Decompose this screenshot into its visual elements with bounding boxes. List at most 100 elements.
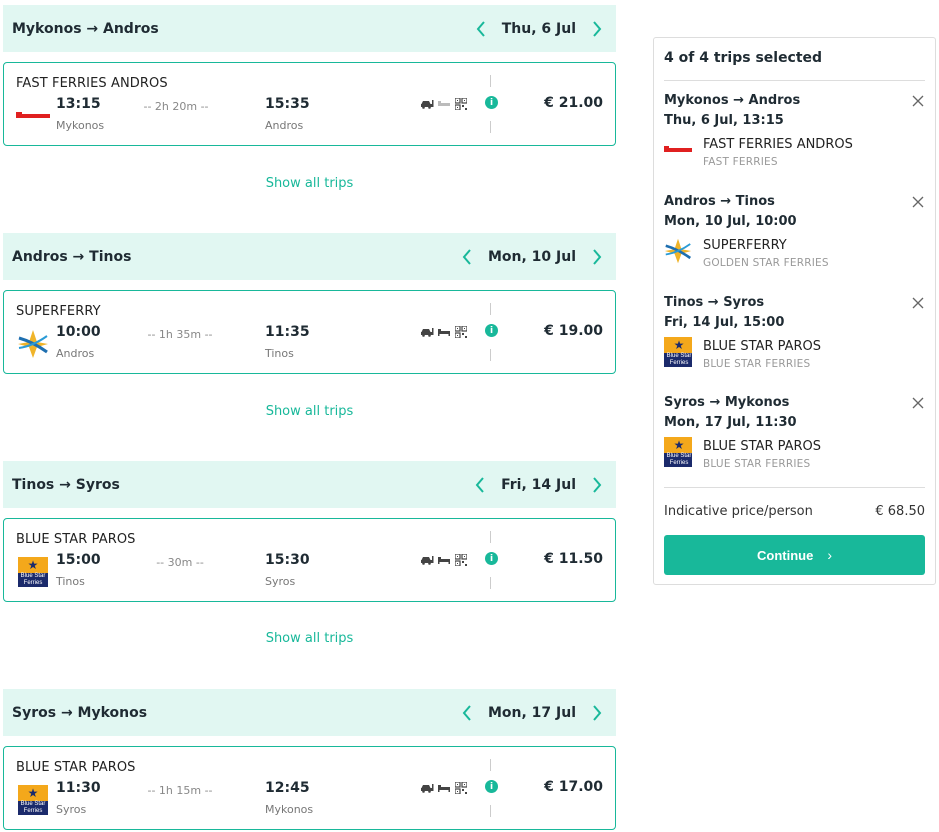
golden-star-logo	[16, 327, 50, 361]
arrival-port: Syros	[265, 575, 296, 588]
operator-name: BLUE STAR PAROS	[16, 760, 136, 775]
remove-trip-close-icon[interactable]	[911, 395, 925, 409]
summary-item: Syros → Mykonos Mon, 17 Jul, 11:30 ★ Blue…	[664, 395, 925, 495]
blue-star-logo-text: Blue Star Ferries	[20, 801, 46, 814]
summary-route: Syros → Mykonos	[664, 395, 790, 410]
summary-item: Mykonos → Andros Thu, 6 Jul, 13:15 FAST …	[664, 93, 925, 193]
summary-route: Mykonos → Andros	[664, 93, 801, 108]
arrival-port: Andros	[265, 119, 304, 132]
summary-datetime: Thu, 6 Jul, 13:15	[664, 113, 784, 128]
blue-star-logo-text: Blue Star Ferries	[666, 353, 692, 366]
summary-company: BLUE STAR FERRIES	[703, 458, 811, 470]
qr-code-icon	[454, 326, 468, 338]
prev-date-chevron-left-icon[interactable]	[471, 475, 489, 495]
trip-duration: -- 1h 15m --	[147, 784, 213, 797]
trip-duration: -- 30m --	[156, 556, 204, 569]
next-date-chevron-right-icon[interactable]	[588, 247, 606, 267]
summary-route: Tinos → Syros	[664, 295, 765, 310]
next-date-chevron-right-icon[interactable]	[588, 475, 606, 495]
prev-date-chevron-left-icon[interactable]	[458, 703, 476, 723]
info-icon[interactable]: i	[485, 324, 498, 337]
amenities	[420, 326, 468, 338]
divider	[490, 303, 491, 315]
car-icon	[420, 782, 434, 794]
operator-name: SUPERFERRY	[16, 304, 101, 319]
date-navigator: Thu, 6 Jul	[472, 5, 606, 52]
remove-trip-close-icon[interactable]	[911, 93, 925, 107]
amenities	[420, 782, 468, 794]
prev-date-chevron-left-icon[interactable]	[472, 19, 490, 39]
info-icon[interactable]: i	[485, 96, 498, 109]
chevron-right-icon: ›	[827, 547, 832, 563]
departure-port: Mykonos	[56, 119, 105, 132]
summary-datetime: Mon, 10 Jul, 10:00	[664, 214, 797, 229]
date-navigator: Fri, 14 Jul	[471, 461, 606, 508]
summary-route: Andros → Tinos	[664, 194, 775, 209]
trip-card[interactable]: FAST FERRIES ANDROS 13:15 Mykonos -- 2h …	[3, 62, 616, 146]
divider	[490, 531, 491, 543]
divider	[490, 759, 491, 771]
leg-route-title: Mykonos → Andros	[12, 20, 159, 37]
trip-price: € 17.00	[544, 779, 603, 795]
blue-star-logo: ★ Blue Star Ferries	[664, 437, 692, 467]
trip-card[interactable]: BLUE STAR PAROS ★ Blue Star Ferries 11:30…	[3, 746, 616, 830]
golden-star-logo	[664, 236, 692, 266]
departure-time: 11:30	[56, 780, 101, 796]
trip-price: € 11.50	[544, 551, 603, 567]
leg-header: Syros → Mykonos Mon, 17 Jul	[3, 689, 616, 736]
divider	[664, 487, 925, 488]
arrival-time: 15:35	[265, 96, 310, 112]
remove-trip-close-icon[interactable]	[911, 295, 925, 309]
trip-summary-panel: 4 of 4 trips selected Mykonos → Andros T…	[653, 37, 936, 585]
show-all-trips-link[interactable]: Show all trips	[3, 631, 616, 646]
trip-card[interactable]: SUPERFERRY 10:00 Andros -- 1h 35m -- 11:…	[3, 290, 616, 374]
continue-button[interactable]: Continue ›	[664, 535, 925, 575]
divider	[490, 121, 491, 133]
blue-star-logo: ★ Blue Star Ferries	[16, 555, 50, 589]
leg-header: Mykonos → Andros Thu, 6 Jul	[3, 5, 616, 52]
divider	[490, 577, 491, 589]
price-label: Indicative price/person	[664, 504, 813, 519]
info-icon[interactable]: i	[485, 780, 498, 793]
trip-duration: -- 1h 35m --	[147, 328, 213, 341]
car-icon	[420, 98, 434, 110]
blue-star-logo-text: Blue Star Ferries	[20, 573, 46, 586]
blue-star-logo: ★ Blue Star Ferries	[16, 783, 50, 817]
next-date-chevron-right-icon[interactable]	[588, 703, 606, 723]
prev-date-chevron-left-icon[interactable]	[458, 247, 476, 267]
leg-header: Andros → Tinos Mon, 10 Jul	[3, 233, 616, 280]
qr-code-icon	[454, 98, 468, 110]
summary-operator: FAST FERRIES ANDROS	[703, 137, 853, 152]
arrival-time: 11:35	[265, 324, 310, 340]
show-all-trips-link[interactable]: Show all trips	[3, 404, 616, 419]
info-icon[interactable]: i	[485, 552, 498, 565]
departure-time: 15:00	[56, 552, 101, 568]
summary-item: Andros → Tinos Mon, 10 Jul, 10:00 SUPERF…	[664, 194, 925, 294]
fast-ferries-logo	[16, 99, 50, 133]
operator-name: BLUE STAR PAROS	[16, 532, 136, 547]
arrival-time: 15:30	[265, 552, 310, 568]
indicative-price-row: Indicative price/person € 68.50	[664, 504, 925, 519]
next-date-chevron-right-icon[interactable]	[588, 19, 606, 39]
seat-icon	[437, 98, 451, 110]
divider	[664, 80, 925, 81]
bed-icon	[437, 326, 451, 338]
trip-card[interactable]: BLUE STAR PAROS ★ Blue Star Ferries 15:00…	[3, 518, 616, 602]
leg-date: Thu, 6 Jul	[501, 20, 576, 37]
car-icon	[420, 554, 434, 566]
leg-route-title: Andros → Tinos	[12, 248, 132, 265]
summary-company: FAST FERRIES	[703, 156, 778, 168]
leg-route-title: Syros → Mykonos	[12, 704, 148, 721]
bed-icon	[437, 554, 451, 566]
qr-code-icon	[454, 554, 468, 566]
car-icon	[420, 326, 434, 338]
arrival-port: Tinos	[265, 347, 294, 360]
bed-icon	[437, 782, 451, 794]
trip-price: € 21.00	[544, 95, 603, 111]
departure-time: 13:15	[56, 96, 101, 112]
show-all-trips-link[interactable]: Show all trips	[3, 176, 616, 191]
leg-header: Tinos → Syros Fri, 14 Jul	[3, 461, 616, 508]
leg-date: Fri, 14 Jul	[501, 476, 576, 493]
leg-date: Mon, 10 Jul	[487, 248, 576, 265]
remove-trip-close-icon[interactable]	[911, 194, 925, 208]
